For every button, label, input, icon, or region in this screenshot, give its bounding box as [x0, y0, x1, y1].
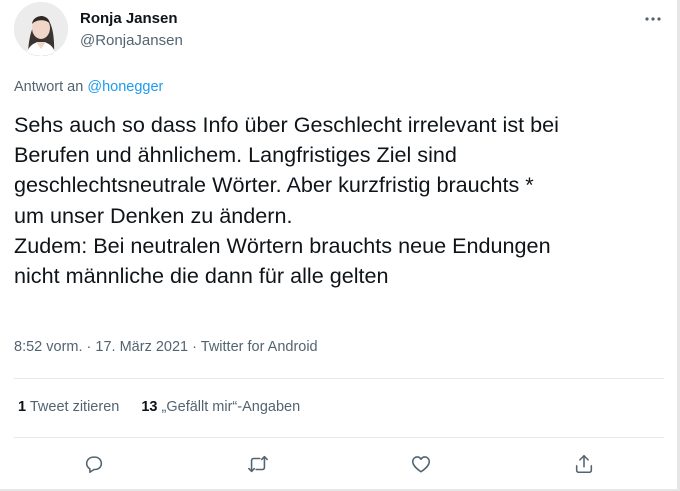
quote-tweets-stat[interactable]: 1 Tweet zitieren	[18, 399, 119, 415]
likes-stat[interactable]: 13 „Gefällt mir“-Angaben	[141, 399, 300, 415]
tweet-date[interactable]: 17. März 2021	[95, 339, 188, 355]
reply-icon[interactable]	[80, 450, 108, 478]
quote-tweets-count: 1	[18, 399, 27, 415]
tweet-actions	[14, 444, 664, 484]
tweet-text: Sehs auch so dass Info über Geschlecht i…	[14, 112, 559, 289]
divider	[14, 437, 664, 438]
meta-separator: ·	[192, 339, 197, 355]
avatar[interactable]	[14, 2, 68, 56]
retweet-icon[interactable]	[244, 450, 272, 478]
reply-prefix: Antwort an	[14, 79, 84, 95]
likes-count: 13	[141, 399, 158, 415]
author-display-name[interactable]: Ronja Jansen	[80, 10, 183, 28]
tweet-header: Ronja Jansen @RonjaJansen	[14, 2, 664, 62]
tweet-time[interactable]: 8:52 vorm.	[14, 339, 83, 355]
tweet-meta: 8:52 vorm. · 17. März 2021 · Twitter for…	[14, 339, 318, 355]
reply-mention-link[interactable]: @honegger	[87, 79, 163, 95]
divider	[14, 378, 664, 379]
likes-label: „Gefällt mir“-Angaben	[161, 399, 301, 415]
share-icon[interactable]	[570, 450, 598, 478]
tweet-stats: 1 Tweet zitieren 13 „Gefällt mir“-Angabe…	[18, 399, 318, 415]
heart-icon[interactable]	[407, 450, 435, 478]
avatar-photo	[14, 2, 68, 56]
meta-separator: ·	[86, 339, 92, 355]
author-names: Ronja Jansen @RonjaJansen	[80, 10, 183, 51]
more-horizontal-icon[interactable]	[644, 10, 662, 26]
tweet-source[interactable]: Twitter for Android	[201, 339, 318, 355]
reply-context: Antwort an @honegger	[14, 79, 163, 95]
author-handle[interactable]: @RonjaJansen	[80, 31, 183, 51]
quote-tweets-label: Tweet zitieren	[29, 399, 120, 415]
